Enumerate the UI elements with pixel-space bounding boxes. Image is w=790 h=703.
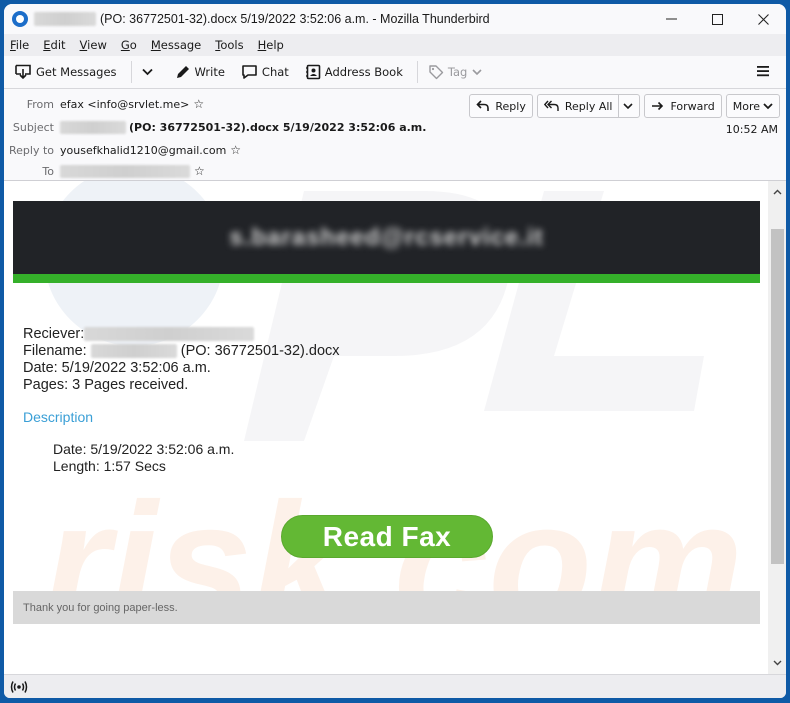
chevron-down-icon[interactable] xyxy=(623,102,634,110)
window-title-text: (PO: 36772501-32).docx 5/19/2022 3:52:06… xyxy=(100,12,490,26)
description-heading: Description xyxy=(23,409,94,425)
to-row: To ☆ xyxy=(4,164,205,178)
date-line: Date: 5/19/2022 3:52:06 a.m. xyxy=(23,360,211,376)
menu-help[interactable]: Help xyxy=(258,38,284,52)
chevron-down-icon xyxy=(472,68,482,75)
description-details: Date: 5/19/2022 3:52:06 a.m. Length: 1:5… xyxy=(53,441,234,475)
menu-message[interactable]: Message xyxy=(151,38,201,52)
status-bar xyxy=(4,674,786,698)
svg-text:risk.com: risk.com xyxy=(44,468,743,658)
subject-label: Subject xyxy=(12,121,54,134)
app-menu-button[interactable] xyxy=(756,64,770,83)
maximize-icon xyxy=(711,13,723,25)
address-book-icon xyxy=(305,64,321,80)
desc-date-line: Date: 5/19/2022 3:52:06 a.m. xyxy=(53,441,235,457)
menu-view[interactable]: View xyxy=(80,38,107,52)
pencil-icon xyxy=(176,66,189,78)
fax-details: Reciever: Filename: (PO: 36772501-32).do… xyxy=(23,326,340,394)
forward-button[interactable]: Forward xyxy=(644,94,722,118)
main-toolbar: Get Messages Write Chat Address Book Tag xyxy=(4,56,786,89)
hamburger-menu-icon xyxy=(757,66,769,77)
chevron-down-icon xyxy=(763,102,773,109)
scroll-up-button[interactable] xyxy=(768,183,786,201)
from-value[interactable]: efax <info@srvlet.me> xyxy=(60,98,189,111)
get-messages-button[interactable]: Get Messages xyxy=(10,59,121,85)
redacted-receiver xyxy=(84,327,255,342)
redacted-recipient[interactable] xyxy=(60,164,190,178)
title-bar: (PO: 36772501-32).docx 5/19/2022 3:52:06… xyxy=(4,4,786,34)
redacted-filename xyxy=(90,344,177,359)
email-banner: s.barasheed@rcservice.it xyxy=(13,201,760,283)
minimize-button[interactable] xyxy=(648,4,694,34)
tag-icon xyxy=(429,65,444,80)
receiver-line: Reciever: xyxy=(23,326,340,343)
star-icon[interactable]: ☆ xyxy=(230,143,241,157)
menu-file[interactable]: File xyxy=(10,38,29,52)
reply-icon xyxy=(476,100,490,111)
more-button[interactable]: More xyxy=(725,94,780,118)
get-messages-dropdown[interactable] xyxy=(138,59,161,85)
get-messages-icon xyxy=(15,64,31,80)
chat-icon xyxy=(242,65,257,79)
menu-go[interactable]: Go xyxy=(121,38,137,52)
reply-button[interactable]: Reply xyxy=(469,94,533,118)
toolbar-separator xyxy=(130,61,132,83)
split-divider xyxy=(618,95,620,117)
reply-all-icon xyxy=(543,100,559,111)
message-time: 10:52 AM xyxy=(725,123,778,136)
from-row: From efax <info@srvlet.me> ☆ xyxy=(4,97,204,111)
redacted-text xyxy=(34,12,96,26)
chevron-down-icon xyxy=(773,660,781,666)
message-actions: Reply Reply All Forward More xyxy=(465,94,780,118)
scrollbar-thumb[interactable] xyxy=(771,229,784,564)
menu-tools[interactable]: Tools xyxy=(215,38,243,52)
reply-to-label: Reply to xyxy=(8,143,54,157)
address-book-button[interactable]: Address Book xyxy=(301,59,407,85)
subject-row: Subject (PO: 36772501-32).docx 5/19/2022… xyxy=(4,121,426,134)
close-icon xyxy=(757,13,769,25)
window-controls xyxy=(648,4,786,34)
chevron-down-icon xyxy=(141,68,153,76)
menu-edit[interactable]: Edit xyxy=(43,38,65,52)
thunderbird-window: (PO: 36772501-32).docx 5/19/2022 3:52:06… xyxy=(4,4,786,698)
read-fax-button[interactable]: Read Fax xyxy=(281,515,493,558)
star-icon[interactable]: ☆ xyxy=(194,164,205,178)
pages-line: Pages: 3 Pages received. xyxy=(23,377,189,393)
toolbar-separator xyxy=(416,61,418,83)
reply-to-row: Reply to yousefkhalid1210@gmail.com ☆ xyxy=(4,143,241,157)
write-button[interactable]: Write xyxy=(171,59,229,85)
banner-stripe xyxy=(13,274,760,283)
filename-line: Filename: (PO: 36772501-32).docx xyxy=(23,343,340,359)
thunderbird-logo-icon xyxy=(12,11,28,27)
online-status-icon[interactable] xyxy=(10,680,28,694)
chat-button[interactable]: Chat xyxy=(237,59,293,85)
forward-arrow-icon xyxy=(652,101,664,111)
redacted-text xyxy=(60,121,126,134)
footer-text: Thank you for going paper-less. xyxy=(23,601,178,614)
tag-button[interactable]: Tag xyxy=(424,59,490,85)
reply-all-button[interactable]: Reply All xyxy=(536,94,641,118)
close-button[interactable] xyxy=(740,4,786,34)
scroll-down-button[interactable] xyxy=(768,654,786,672)
email-footer: Thank you for going paper-less. xyxy=(13,591,760,624)
chevron-up-icon xyxy=(773,189,781,195)
vertical-scrollbar[interactable] xyxy=(768,181,786,674)
window-title: (PO: 36772501-32).docx 5/19/2022 3:52:06… xyxy=(34,12,490,26)
message-body: risk.com s.barasheed@rcservice.it Reciev… xyxy=(4,181,786,674)
subject-value: (PO: 36772501-32).docx 5/19/2022 3:52:06… xyxy=(129,121,427,134)
reply-to-value[interactable]: yousefkhalid1210@gmail.com xyxy=(60,144,226,157)
star-icon[interactable]: ☆ xyxy=(193,97,204,111)
message-header: From efax <info@srvlet.me> ☆ Subject (PO… xyxy=(4,89,786,181)
banner-recipient-email: s.barasheed@rcservice.it xyxy=(229,224,544,251)
minimize-icon xyxy=(665,18,677,20)
to-label: To xyxy=(42,164,54,178)
maximize-button[interactable] xyxy=(694,4,740,34)
menu-bar: File Edit View Go Message Tools Help xyxy=(4,34,786,56)
from-label: From xyxy=(26,97,54,111)
desc-length-line: Length: 1:57 Secs xyxy=(53,458,166,474)
